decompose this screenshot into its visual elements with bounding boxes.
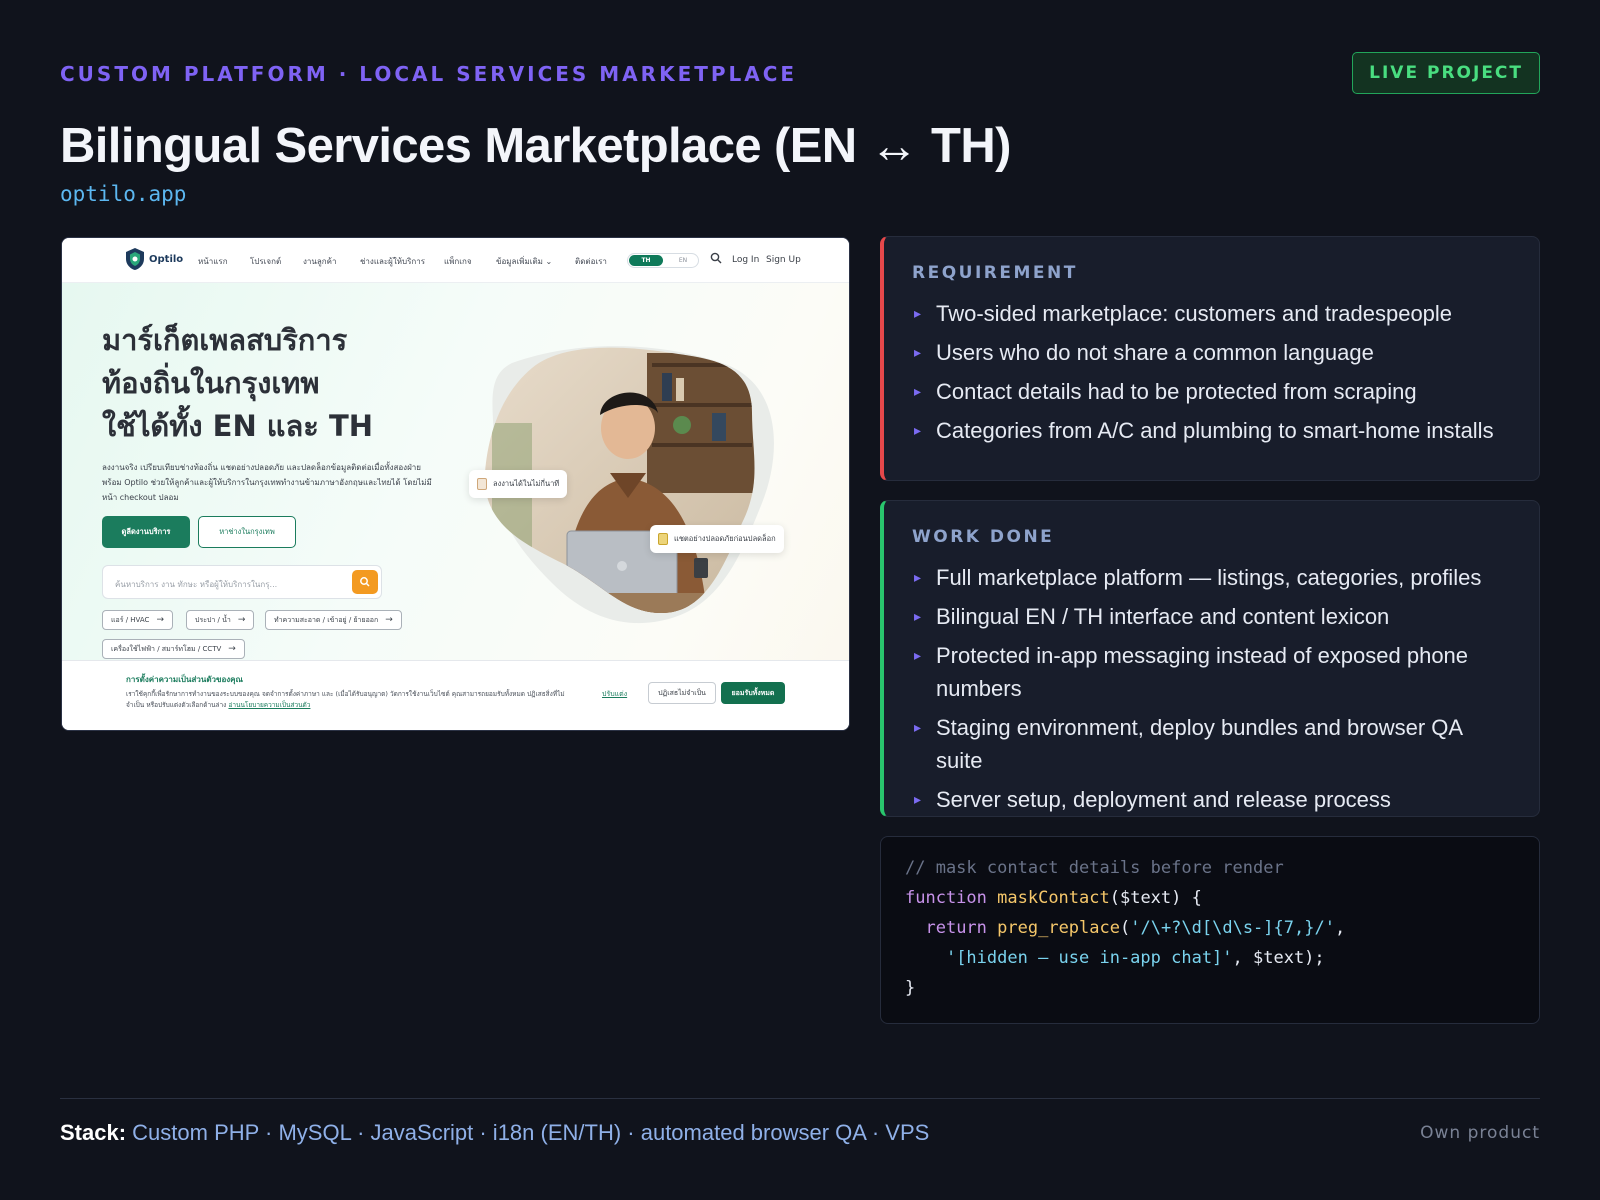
code-params: ($text) { [1109,888,1202,908]
nav-link-packages[interactable]: แพ็กเกจ [444,255,472,268]
consent-reject-button[interactable]: ปฏิเสธไม่จำเป็น [648,682,716,704]
site-logo-text: Optilo [149,253,184,265]
lang-en-option[interactable]: EN [668,255,698,266]
floating-card-safe-chat: แชตอย่างปลอดภัยก่อนปลดล็อก [650,525,784,553]
list-item: Two-sided marketplace: customers and tra… [912,297,1512,330]
document-check-icon [477,478,487,490]
code-snippet: // mask contact details before render fu… [880,836,1540,1024]
nav-link-providers[interactable]: ช่างและผู้ให้บริการ [360,255,425,268]
search-icon[interactable] [710,252,722,264]
hero-heading-line-1: มาร์เก็ตเพลสบริการ [102,323,348,357]
list-item: Bilingual EN / TH interface and content … [912,600,1512,633]
stack-items: Custom PHP · MySQL · JavaScript · i18n (… [132,1120,930,1145]
code-open-paren: ( [1119,918,1131,938]
chevron-down-icon: ⌄ [545,257,553,266]
list-item: Protected in-app messaging instead of ex… [912,639,1512,705]
arrow-right-icon: → [156,615,164,625]
arrow-right-icon: → [237,615,246,625]
consent-body: เราใช้คุกกี้เพื่อรักษาการทำงานของระบบของ… [126,689,576,711]
nav-link-more-info[interactable]: ข้อมูลเพิ่มเติม ⌄ [496,255,552,268]
find-providers-button[interactable]: หาช่างในกรุงเทพ [198,516,296,548]
consent-title: การตั้งค่าความเป็นส่วนตัวของคุณ [126,675,243,684]
list-item: Staging environment, deploy bundles and … [912,711,1512,777]
nav-link-more-info-label: ข้อมูลเพิ่มเติม [496,257,543,266]
code-keyword-function: function [905,888,987,908]
cookie-consent-banner: การตั้งค่าความเป็นส่วนตัวของคุณ เราใช้คุ… [62,660,849,730]
code-comma: , [1334,918,1346,938]
arrow-right-icon: → [228,644,236,654]
code-regex-string: '/\+?\d[\d\s-]{7,}/' [1130,918,1335,938]
site-logo[interactable]: Optilo [124,247,183,271]
code-tail: , $text); [1232,948,1325,968]
category-chip-plumbing[interactable]: ประปา / น้ำ → [186,610,255,630]
code-close-brace: } [905,978,916,998]
live-project-badge: LIVE PROJECT [1352,52,1540,94]
consent-accept-button[interactable]: ยอมรับทั้งหมด [721,682,785,704]
code-keyword-return: return [925,918,987,938]
stack-label: Stack: [60,1120,127,1145]
arrow-right-icon: → [385,615,393,625]
shield-logo-icon [126,248,144,270]
signup-link[interactable]: Sign Up [766,255,801,265]
nav-link-projects[interactable]: โปรเจกต์ [250,255,281,268]
site-screenshot: Optilo หน้าแรก โปรเจกต์ งานลูกค้า ช่างแล… [61,237,850,731]
chip-label: เครื่องใช้ไฟฟ้า / สมาร์ทโฮม / CCTV [111,644,222,653]
nav-link-contact[interactable]: ติดต่อเรา [575,255,607,268]
project-url[interactable]: optilo.app [60,182,186,206]
chip-label: แอร์ / HVAC [111,615,150,624]
code-replacement-string: '[hidden — use in-app chat]' [945,948,1233,968]
requirement-panel: REQUIREMENT Two-sided marketplace: custo… [880,236,1540,481]
category-chip-cleaning[interactable]: ทำความสะอาด / เข้าอยู่ / ย้ายออก → [265,610,402,630]
chip-label: ประปา / น้ำ [195,615,231,624]
hero-heading: มาร์เก็ตเพลสบริการ ท้องถิ่นในกรุงเทพ ใช้… [102,319,373,448]
nav-link-customer-jobs[interactable]: งานลูกค้า [303,255,336,268]
code-function-name: maskContact [997,888,1110,908]
floating-card-safe-chat-text: แชตอย่างปลอดภัยก่อนปลดล็อก [674,534,776,543]
work-done-list: Full marketplace platform — listings, ca… [912,561,1512,822]
category-chip-smart-home[interactable]: เครื่องใช้ไฟฟ้า / สมาร์ทโฮม / CCTV → [102,639,245,659]
work-done-label: WORK DONE [912,527,1055,547]
list-item: Categories from A/C and plumbing to smar… [912,414,1512,447]
login-link[interactable]: Log In [732,255,759,265]
floating-card-post-job-text: ลงงานได้ในไม่กี่นาที [493,479,560,488]
view-leads-button[interactable]: ดูลีดงานบริการ [102,516,190,548]
list-item: Contact details had to be protected from… [912,375,1512,408]
list-item: Server setup, deployment and release pro… [912,783,1512,816]
chat-lock-icon [658,533,668,545]
requirement-label: REQUIREMENT [912,263,1078,283]
hero-search-input[interactable]: ค้นหาบริการ งาน ทักษะ หรือผู้ให้บริการใน… [102,565,382,599]
consent-body-text: เราใช้คุกกี้เพื่อรักษาการทำงานของระบบของ… [126,690,565,709]
code-comment: // mask contact details before render [905,858,1284,878]
list-item: Users who do not share a common language [912,336,1512,369]
work-done-panel: WORK DONE Full marketplace platform — li… [880,500,1540,817]
hero-heading-line-2: ท้องถิ่นในกรุงเทพ [102,366,320,400]
tech-stack: Stack: Custom PHP · MySQL · JavaScript ·… [60,1120,929,1146]
code-call-name: preg_replace [997,918,1120,938]
floating-card-post-job: ลงงานได้ในไม่กี่นาที [469,470,568,498]
hero-search-button[interactable] [352,570,378,594]
lang-th-option[interactable]: TH [629,255,663,266]
list-item: Full marketplace platform — listings, ca… [912,561,1512,594]
nav-link-home[interactable]: หน้าแรก [198,255,228,268]
search-icon [360,577,370,587]
eyebrow-label: CUSTOM PLATFORM · LOCAL SERVICES MARKETP… [60,62,798,86]
hero-heading-line-3: ใช้ได้ทั้ง EN และ TH [102,409,373,443]
consent-customize-link[interactable]: ปรับแต่ง [602,689,627,700]
privacy-policy-link[interactable]: อ่านนโยบายความเป็นส่วนตัว [228,701,310,709]
requirement-list: Two-sided marketplace: customers and tra… [912,297,1512,453]
category-chip-hvac[interactable]: แอร์ / HVAC → [102,610,173,630]
footer-divider [60,1098,1540,1099]
own-product-label: Own product [1420,1123,1540,1143]
chip-label: ทำความสะอาด / เข้าอยู่ / ย้ายออก [274,615,379,624]
hero-paragraph: ลงงานจริง เปรียบเทียบช่างท้องถิ่น แชตอย่… [102,463,432,502]
hero-search-placeholder: ค้นหาบริการ งาน ทักษะ หรือผู้ให้บริการใน… [115,580,278,589]
hero-section: มาร์เก็ตเพลสบริการ ท้องถิ่นในกรุงเทพ ใช้… [62,283,849,660]
page-title: Bilingual Services Marketplace (EN ↔ TH) [60,119,1011,173]
site-nav: Optilo หน้าแรก โปรเจกต์ งานลูกค้า ช่างแล… [62,238,849,283]
language-toggle[interactable]: TH EN [627,253,699,268]
